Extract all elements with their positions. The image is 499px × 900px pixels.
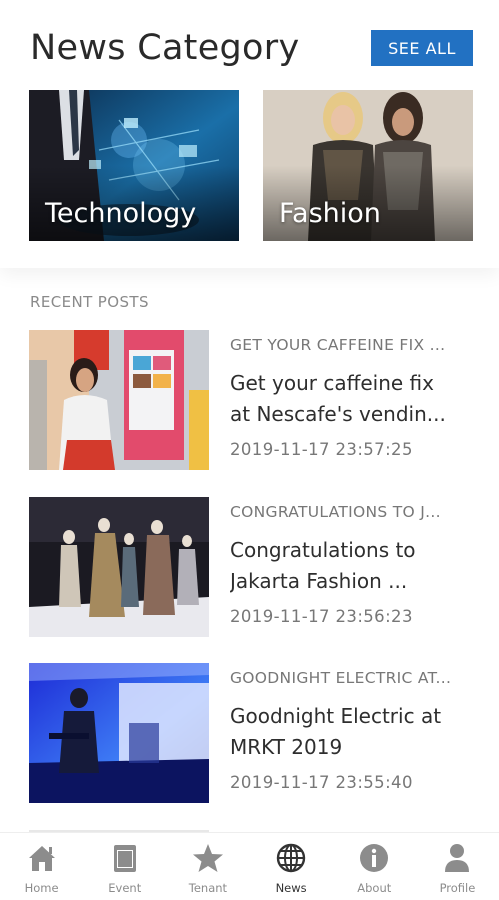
post-kicker: GOODNIGHT ELECTRIC AT... (230, 669, 452, 687)
vending-machine-photo (29, 330, 209, 470)
category-card-fashion[interactable]: Fashion (263, 90, 473, 241)
post-thumbnail (29, 497, 209, 637)
post-title-line: Goodnight Electric at (230, 704, 442, 728)
see-all-button[interactable]: SEE ALL (371, 30, 473, 66)
tab-label: Event (108, 881, 142, 895)
runway-photo (29, 497, 209, 637)
page-title: News Category (30, 28, 300, 68)
category-label: Fashion (279, 198, 381, 229)
tab-news[interactable]: News (250, 833, 333, 900)
tab-label: News (275, 881, 307, 895)
bottom-tab-bar: Home Event Tenant News About Profile (0, 832, 499, 900)
tab-label: Tenant (188, 881, 228, 895)
tab-about[interactable]: About (333, 833, 416, 900)
post-title-line: at Nescafe's vendin... (230, 402, 446, 426)
post-date: 2019-11-17 23:55:40 (230, 773, 413, 792)
home-icon (28, 846, 55, 871)
post-title: Goodnight Electric at MRKT 2019 (230, 701, 470, 763)
post-kicker: CONGRATULATIONS TO J... (230, 503, 441, 521)
concert-photo (29, 663, 209, 803)
tab-label: About (357, 881, 392, 895)
category-label: Technology (45, 198, 197, 229)
post-date: 2019-11-17 23:56:23 (230, 607, 413, 626)
post-thumbnail (29, 663, 209, 803)
event-icon (113, 845, 136, 872)
post-item[interactable]: CONGRATULATIONS TO J... Congratulations … (29, 497, 473, 637)
post-title: Get your caffeine fix at Nescafe's vendi… (230, 368, 470, 430)
tab-label: Profile (439, 881, 476, 895)
tab-tenant[interactable]: Tenant (166, 833, 249, 900)
post-title: Congratulations to Jakarta Fashion ... (230, 535, 470, 597)
post-kicker: GET YOUR CAFFEINE FIX ... (230, 336, 446, 354)
section-heading: RECENT POSTS (30, 293, 149, 311)
tab-home[interactable]: Home (0, 833, 83, 900)
category-card-technology[interactable]: Technology (29, 90, 239, 241)
post-thumbnail (29, 330, 209, 470)
post-item[interactable]: GOODNIGHT ELECTRIC AT... Goodnight Elect… (29, 663, 473, 803)
tab-profile[interactable]: Profile (416, 833, 499, 900)
person-icon (445, 844, 470, 872)
post-title-line: Get your caffeine fix (230, 371, 434, 395)
globe-icon (276, 843, 306, 873)
post-date: 2019-11-17 23:57:25 (230, 440, 413, 459)
category-header: News Category SEE ALL Technology Fashion (0, 0, 499, 268)
post-title-line: MRKT 2019 (230, 735, 343, 759)
post-title-line: Congratulations to (230, 538, 416, 562)
star-icon (192, 844, 223, 872)
tab-event[interactable]: Event (83, 833, 166, 900)
post-title-line: Jakarta Fashion ... (230, 569, 408, 593)
info-icon (360, 844, 389, 872)
post-item[interactable]: GET YOUR CAFFEINE FIX ... Get your caffe… (29, 330, 473, 470)
tab-label: Home (24, 881, 59, 895)
